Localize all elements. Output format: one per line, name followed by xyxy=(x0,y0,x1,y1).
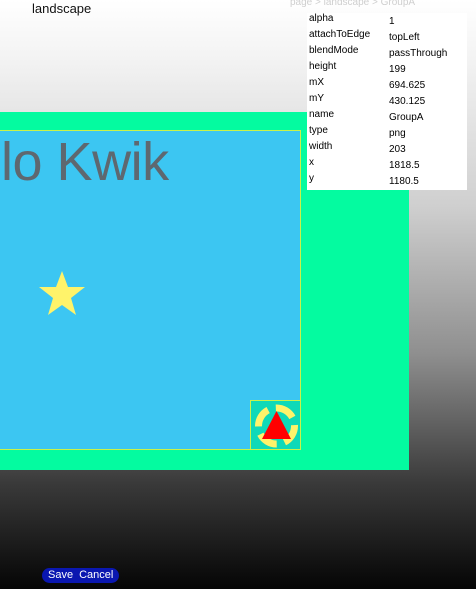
property-key: alpha xyxy=(309,13,334,24)
property-key: type xyxy=(309,125,328,136)
property-row: height 199 xyxy=(307,61,467,77)
star-icon[interactable] xyxy=(38,270,86,316)
property-row: x 1818.5 xyxy=(307,157,467,173)
property-row: mX 694.625 xyxy=(307,77,467,93)
save-button[interactable]: Save xyxy=(48,568,73,583)
breadcrumb: page > landscape > GroupA xyxy=(290,0,416,8)
layer-title: landscape xyxy=(32,1,92,16)
property-row: mY 430.125 xyxy=(307,93,467,109)
property-value[interactable]: passThrough xyxy=(389,48,447,59)
property-key: attachToEdge xyxy=(309,29,371,40)
property-key: mY xyxy=(309,93,324,104)
property-row: y 1180.5 xyxy=(307,173,467,189)
reload-icon xyxy=(255,404,298,448)
property-value[interactable]: GroupA xyxy=(389,112,423,123)
property-value[interactable]: 199 xyxy=(389,64,406,75)
property-key: mX xyxy=(309,77,324,88)
property-key: blendMode xyxy=(309,45,359,56)
property-value[interactable]: 430.125 xyxy=(389,96,425,107)
reload-icon-button[interactable] xyxy=(250,400,301,450)
property-key: name xyxy=(309,109,335,120)
property-row: attachToEdge topLeft xyxy=(307,29,467,45)
property-value[interactable]: 694.625 xyxy=(389,80,425,91)
property-row: type png xyxy=(307,125,467,141)
property-row: alpha 1 xyxy=(307,13,467,29)
property-key: width xyxy=(309,141,333,152)
property-row: blendMode passThrough xyxy=(307,45,467,61)
property-key: height xyxy=(309,61,337,72)
property-row: name GroupA xyxy=(307,109,467,125)
property-row: width 203 xyxy=(307,141,467,157)
property-key: y xyxy=(309,173,314,184)
property-value[interactable]: 203 xyxy=(389,144,406,155)
property-value[interactable]: png xyxy=(389,128,406,139)
property-value[interactable]: 1818.5 xyxy=(389,160,420,171)
property-value[interactable]: 1180.5 xyxy=(389,176,419,187)
action-buttons: Save Cancel xyxy=(42,568,120,583)
property-key: x xyxy=(309,157,314,168)
hello-heading: ello Kwik xyxy=(0,132,169,192)
property-value[interactable]: 1 xyxy=(389,16,395,27)
cancel-button[interactable]: Cancel xyxy=(79,568,113,583)
properties-panel: alpha 1 attachToEdge topLeft blendMode pass… xyxy=(307,13,467,190)
property-value[interactable]: topLeft xyxy=(389,32,420,43)
